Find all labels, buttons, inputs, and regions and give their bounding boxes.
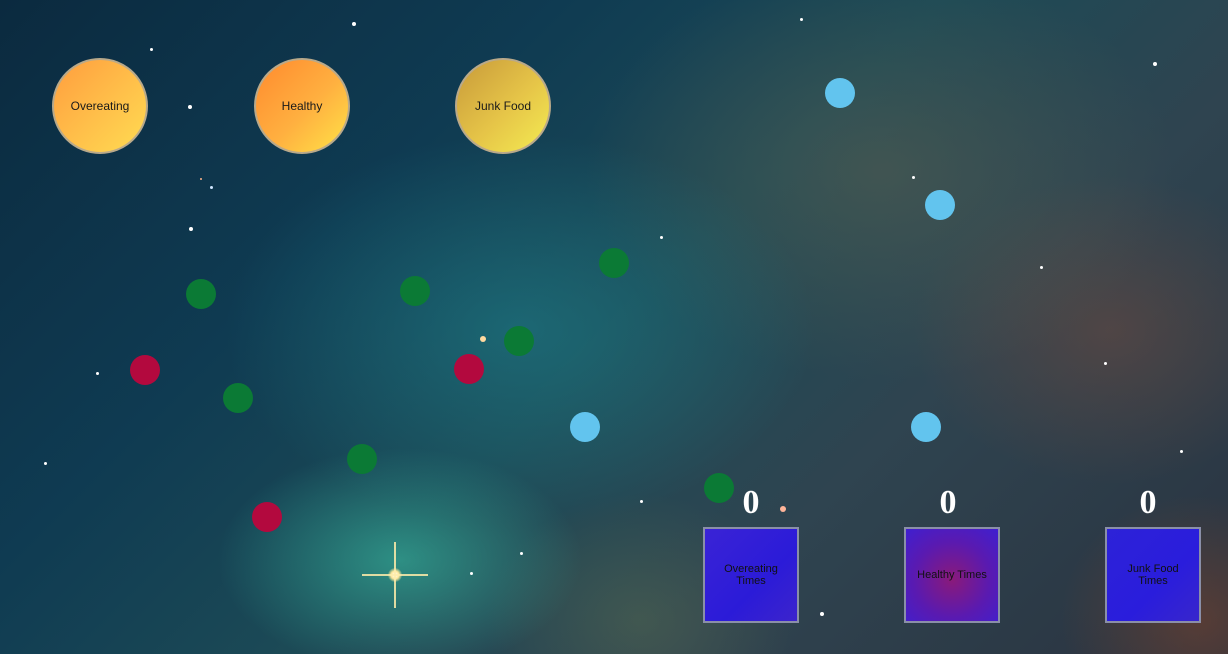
healthy-bucket[interactable]: Healthy bbox=[254, 58, 350, 154]
overeating-times-label: Overeating Times bbox=[724, 563, 778, 587]
star bbox=[1180, 450, 1183, 453]
junk-food-bucket-label: Junk Food bbox=[474, 99, 532, 113]
healthy-bucket-label: Healthy bbox=[281, 99, 323, 113]
star bbox=[820, 612, 824, 616]
overeating-times-box: Overeating Times bbox=[703, 527, 799, 623]
star bbox=[800, 18, 803, 21]
star bbox=[210, 186, 213, 189]
overeating-bucket-label: Overeating bbox=[70, 99, 130, 113]
healthy-times-label: Healthy Times bbox=[917, 569, 987, 581]
star bbox=[640, 500, 643, 503]
food-item-green[interactable] bbox=[504, 326, 534, 356]
food-item-blue[interactable] bbox=[911, 412, 941, 442]
food-item-blue[interactable] bbox=[825, 78, 855, 108]
star bbox=[200, 178, 202, 180]
food-item-red[interactable] bbox=[454, 354, 484, 384]
star bbox=[520, 552, 523, 555]
star bbox=[470, 572, 473, 575]
overeating-count: 0 bbox=[742, 484, 760, 521]
food-item-green[interactable] bbox=[223, 383, 253, 413]
healthy-count: 0 bbox=[939, 484, 957, 521]
junk-food-count: 0 bbox=[1139, 484, 1157, 521]
food-item-green[interactable] bbox=[186, 279, 216, 309]
star bbox=[188, 105, 192, 109]
bright-star bbox=[362, 542, 428, 608]
star bbox=[660, 236, 663, 239]
food-item-green[interactable] bbox=[400, 276, 430, 306]
food-item-red[interactable] bbox=[252, 502, 282, 532]
junk-food-times-label: Junk Food Times bbox=[1127, 563, 1179, 587]
food-item-blue[interactable] bbox=[570, 412, 600, 442]
star bbox=[1153, 62, 1157, 66]
star bbox=[96, 372, 99, 375]
star bbox=[352, 22, 356, 26]
food-item-green[interactable] bbox=[599, 248, 629, 278]
star bbox=[44, 462, 47, 465]
star bbox=[150, 48, 153, 51]
star bbox=[189, 227, 193, 231]
star bbox=[912, 176, 915, 179]
healthy-times-box: Healthy Times bbox=[904, 527, 1000, 623]
overeating-bucket[interactable]: Overeating bbox=[52, 58, 148, 154]
food-item-blue[interactable] bbox=[925, 190, 955, 220]
food-item-red[interactable] bbox=[130, 355, 160, 385]
food-item-green[interactable] bbox=[347, 444, 377, 474]
star bbox=[480, 336, 486, 342]
star bbox=[1104, 362, 1107, 365]
star bbox=[1040, 266, 1043, 269]
junk-food-times-box: Junk Food Times bbox=[1105, 527, 1201, 623]
junk-food-bucket[interactable]: Junk Food bbox=[455, 58, 551, 154]
